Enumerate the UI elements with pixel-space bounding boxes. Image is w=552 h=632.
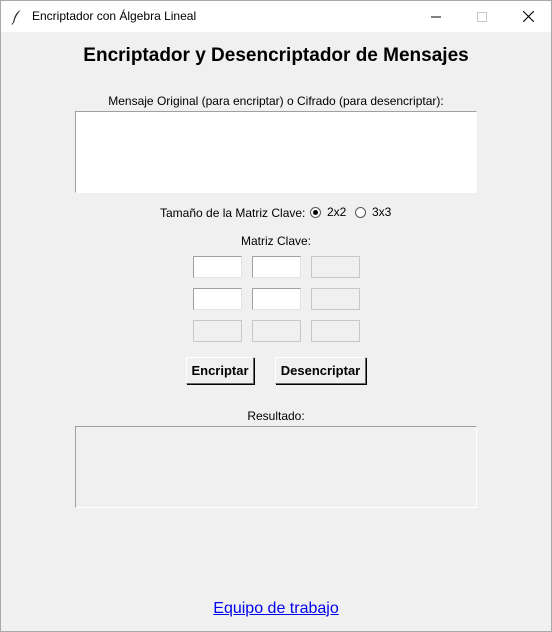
matrix-size-2x2-radio[interactable]: 2x2 — [310, 205, 346, 219]
minimize-button[interactable] — [413, 1, 459, 32]
matrix-cell-2-2 — [311, 320, 360, 342]
matrix-cell-0-2 — [311, 256, 360, 278]
radio-label-2x2: 2x2 — [327, 205, 347, 219]
matrix-size-3x3-radio[interactable]: 3x3 — [355, 205, 391, 219]
radio-label-3x3: 3x3 — [372, 205, 392, 219]
matrix-cell-1-0[interactable] — [193, 288, 242, 310]
page-title: Encriptador y Desencriptador de Mensajes — [83, 45, 469, 66]
matrix-size-label: Tamaño de la Matriz Clave: — [160, 206, 306, 220]
message-input[interactable] — [75, 111, 477, 193]
radio-unchecked-icon — [355, 206, 366, 218]
minimize-icon — [431, 16, 441, 17]
message-input-label: Mensaje Original (para encriptar) o Cifr… — [108, 94, 444, 108]
maximize-button[interactable] — [459, 1, 505, 32]
feather-icon — [10, 9, 24, 25]
encrypt-button[interactable]: Encriptar — [186, 357, 254, 384]
result-output — [75, 426, 477, 508]
team-link[interactable]: Equipo de trabajo — [1, 600, 551, 618]
matrix-cell-2-0 — [193, 320, 242, 342]
radio-checked-icon — [310, 206, 321, 218]
app-window: Encriptador con Álgebra Lineal Encriptad… — [0, 0, 552, 632]
matrix-label: Matriz Clave: — [240, 234, 311, 248]
matrix-cell-0-0[interactable] — [193, 256, 242, 278]
matrix-cell-1-1[interactable] — [252, 288, 301, 310]
maximize-icon — [477, 11, 487, 22]
matrix-cell-2-1 — [252, 320, 301, 342]
close-button[interactable] — [505, 1, 551, 32]
matrix-cell-1-2 — [311, 288, 360, 310]
title-bar: Encriptador con Álgebra Lineal — [1, 1, 551, 32]
matrix-cell-0-1[interactable] — [252, 256, 301, 278]
close-icon — [522, 11, 534, 22]
window-title: Encriptador con Álgebra Lineal — [32, 9, 197, 23]
decrypt-button[interactable]: Desencriptar — [275, 357, 366, 384]
result-label: Resultado: — [247, 409, 305, 423]
